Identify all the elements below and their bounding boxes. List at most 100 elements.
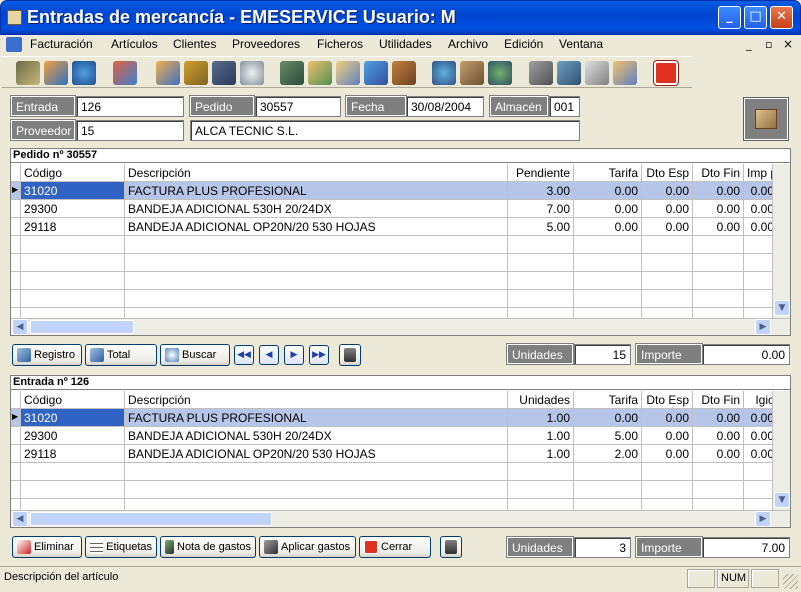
cerrar-button[interactable]: Cerrar — [359, 536, 431, 558]
col-tarifa[interactable]: Tarifa — [574, 164, 642, 182]
nota-gastos-button[interactable]: Nota de gastos — [160, 536, 256, 558]
entrada-vscrollbar[interactable]: ▼ — [772, 391, 790, 510]
docs-icon[interactable] — [557, 61, 581, 85]
globe-icon[interactable] — [72, 61, 96, 85]
table-cell[interactable]: 31020 — [21, 409, 125, 427]
row-indicator[interactable] — [11, 218, 21, 236]
table-cell[interactable] — [508, 254, 574, 272]
menu-clientes[interactable]: Clientes — [173, 37, 216, 51]
globe-mail-icon[interactable] — [488, 61, 512, 85]
table-cell[interactable] — [21, 290, 125, 308]
table-cell[interactable] — [21, 254, 125, 272]
pedido-hscroll-thumb[interactable] — [30, 320, 134, 334]
row-indicator-icon[interactable]: ▶ — [11, 182, 21, 200]
table-cell[interactable] — [574, 236, 642, 254]
table-cell[interactable]: BANDEJA ADICIONAL OP20N/20 530 HOJAS — [125, 218, 508, 236]
nav-prev-button[interactable]: ◀ — [259, 345, 279, 365]
table-cell[interactable]: 0.00 — [693, 427, 744, 445]
row-indicator-icon[interactable]: ▶ — [11, 409, 21, 427]
box-icon[interactable] — [460, 61, 484, 85]
table-cell[interactable]: 0.00 — [642, 409, 693, 427]
table-row[interactable] — [11, 290, 778, 308]
table-cell[interactable] — [642, 272, 693, 290]
table-cell[interactable]: 0.00 — [642, 445, 693, 463]
table-cell[interactable]: 7.00 — [508, 200, 574, 218]
nav-first-button[interactable]: ◀◀ — [234, 345, 254, 365]
table-cell[interactable] — [508, 290, 574, 308]
scroll-left-icon[interactable]: ◀ — [12, 319, 28, 335]
row-indicator[interactable] — [11, 427, 21, 445]
nav-next-button[interactable]: ▶ — [284, 345, 304, 365]
menu-utilidades[interactable]: Utilidades — [379, 37, 432, 51]
gears-icon[interactable] — [184, 61, 208, 85]
minimize-button[interactable]: _ — [718, 6, 741, 29]
table-cell[interactable] — [508, 236, 574, 254]
register-icon[interactable] — [280, 61, 304, 85]
table-cell[interactable]: 0.00 — [693, 445, 744, 463]
table-cell[interactable] — [125, 236, 508, 254]
calculator-icon[interactable] — [212, 61, 236, 85]
col-dto-esp[interactable]: Dto Esp — [642, 164, 693, 182]
table-cell[interactable] — [693, 272, 744, 290]
scroll-right-icon[interactable]: ▶ — [755, 319, 771, 335]
table-cell[interactable] — [125, 463, 508, 481]
table-cell[interactable]: 29300 — [21, 200, 125, 218]
mdi-restore-button[interactable]: ▫ — [765, 38, 772, 51]
col-dto-fin[interactable]: Dto Fin — [693, 164, 744, 182]
row-indicator[interactable] — [11, 445, 21, 463]
people-icon[interactable] — [156, 61, 180, 85]
product-button[interactable] — [743, 97, 789, 141]
table-cell[interactable]: BANDEJA ADICIONAL OP20N/20 530 HOJAS — [125, 445, 508, 463]
table-cell[interactable]: 0.00 — [693, 409, 744, 427]
fecha-field[interactable]: 30/08/2004 — [406, 96, 484, 117]
table-cell[interactable] — [21, 463, 125, 481]
table-cell[interactable]: 3.00 — [508, 182, 574, 200]
eliminar-button[interactable]: Eliminar — [12, 536, 82, 558]
camera-button[interactable] — [440, 536, 462, 558]
table-cell[interactable]: 0.00 — [693, 200, 744, 218]
table-cell[interactable]: 29118 — [21, 218, 125, 236]
scroll-down-icon[interactable]: ▼ — [774, 492, 790, 508]
table-cell[interactable] — [642, 463, 693, 481]
mdi-doc-icon[interactable] — [6, 37, 22, 52]
total-button[interactable]: Total — [85, 344, 157, 366]
table-cell[interactable]: BANDEJA ADICIONAL 530H 20/24DX — [125, 200, 508, 218]
col-unidades[interactable]: Unidades — [508, 391, 574, 409]
table-cell[interactable] — [642, 290, 693, 308]
table-cell[interactable] — [21, 481, 125, 499]
row-indicator[interactable] — [11, 290, 21, 308]
table-cell[interactable]: 0.00 — [574, 409, 642, 427]
table-cell[interactable]: 0.00 — [574, 200, 642, 218]
table-cell[interactable]: 0.00 — [574, 182, 642, 200]
table-row[interactable]: 29118 BANDEJA ADICIONAL OP20N/20 530 HOJA… — [11, 218, 778, 236]
table-cell[interactable] — [125, 272, 508, 290]
scroll-down-icon[interactable]: ▼ — [774, 300, 790, 316]
col-codigo[interactable]: Código — [21, 391, 125, 409]
camera-button[interactable] — [339, 344, 361, 366]
scroll-right-icon[interactable]: ▶ — [755, 511, 771, 527]
menu-edicion[interactable]: Edición — [504, 37, 543, 51]
globe2-icon[interactable] — [432, 61, 456, 85]
table-cell[interactable]: 0.00 — [642, 218, 693, 236]
table-row[interactable]: 29300 BANDEJA ADICIONAL 530H 20/24DX 7.00 0… — [11, 200, 778, 218]
table-cell[interactable] — [508, 481, 574, 499]
table-cell[interactable]: 29118 — [21, 445, 125, 463]
user-mail-icon[interactable] — [613, 61, 637, 85]
table-cell[interactable]: 5.00 — [508, 218, 574, 236]
table-row[interactable]: ▶ 31020 FACTURA PLUS PROFESIONAL 3.00 0.00 0.… — [11, 182, 778, 200]
row-indicator[interactable] — [11, 272, 21, 290]
table-cell[interactable]: 2.00 — [574, 445, 642, 463]
buscar-button[interactable]: Buscar — [160, 344, 230, 366]
table-cell[interactable] — [693, 236, 744, 254]
power-icon[interactable] — [653, 60, 679, 86]
table-row[interactable]: 29300 BANDEJA ADICIONAL 530H 20/24DX 1.00 5… — [11, 427, 778, 445]
table-row[interactable]: 29118 BANDEJA ADICIONAL OP20N/20 530 HOJA… — [11, 445, 778, 463]
table-cell[interactable] — [693, 463, 744, 481]
app-icon[interactable] — [7, 10, 22, 25]
table-cell[interactable]: 31020 — [21, 182, 125, 200]
table-cell[interactable] — [21, 236, 125, 254]
table-cell[interactable]: FACTURA PLUS PROFESIONAL — [125, 409, 508, 427]
pedido-vscrollbar[interactable]: ▼ — [772, 164, 790, 318]
proveedor-field[interactable]: 15 — [76, 120, 184, 141]
table-cell[interactable] — [125, 290, 508, 308]
